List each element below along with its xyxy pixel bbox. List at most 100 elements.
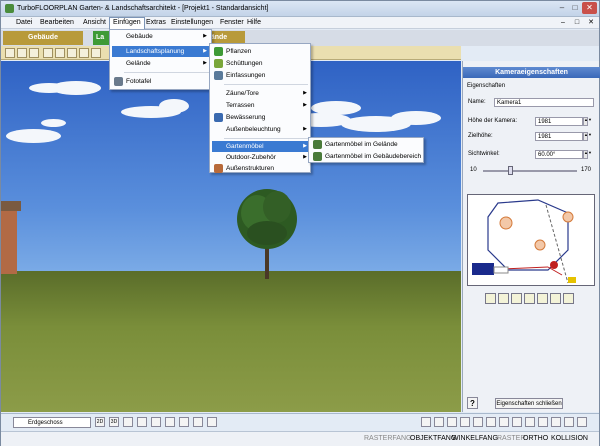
pan-icon[interactable] — [563, 293, 574, 304]
camera-icon[interactable] — [577, 417, 587, 427]
menu-bearbeiten[interactable]: Bearbeiten — [37, 18, 77, 28]
status-kollision[interactable]: KOLLISION — [551, 435, 588, 442]
print-icon[interactable] — [207, 417, 217, 427]
status-raster[interactable]: RASTER — [497, 435, 525, 442]
view-2d-button[interactable]: 2D — [95, 417, 105, 427]
menu-item-gebaeude[interactable]: Gebäude ▶ — [112, 31, 210, 42]
name-field[interactable]: Kamera1 — [494, 98, 594, 107]
view-angle-spinner[interactable]: ▲▼ — [583, 150, 592, 159]
zoom-all-icon[interactable] — [550, 293, 561, 304]
menu-item-pflanzen[interactable]: Pflanzen — [212, 46, 310, 57]
menu-item-outdoor-zubehoer[interactable]: Outdoor-Zubehör ▶ — [212, 152, 310, 163]
dimension-tool-icon[interactable] — [29, 48, 39, 58]
house-icon[interactable] — [193, 417, 203, 427]
doc-menu-icon[interactable] — [3, 18, 11, 28]
status-objektfang[interactable]: OBJEKTFANG — [410, 435, 456, 442]
pan-icon[interactable] — [499, 417, 509, 427]
camera-height-spinner[interactable]: ▲▼ — [583, 117, 592, 126]
camera-tool-icon[interactable] — [79, 48, 89, 58]
layers-icon[interactable] — [137, 417, 147, 427]
menu-item-einfassungen[interactable]: Einfassungen — [212, 70, 310, 81]
floor-select[interactable]: Erdgeschoss — [13, 417, 91, 428]
garden-furniture-icon — [313, 152, 322, 161]
submenu-arrow-icon: ▶ — [203, 60, 207, 66]
zoom-out-icon[interactable] — [498, 293, 509, 304]
view-angle-slider[interactable] — [483, 170, 577, 172]
title-bar: TurboFLOORPLAN Garten- & Landschaftsarch… — [1, 1, 599, 17]
zoom-out-icon[interactable] — [434, 417, 444, 427]
orbit-icon[interactable] — [564, 417, 574, 427]
slider-thumb[interactable] — [508, 166, 513, 175]
menu-item-gartenmoebel[interactable]: Gartenmöbel ▶ — [212, 141, 310, 152]
object-tool-icon[interactable] — [17, 48, 27, 58]
menu-item-gartenmoebel-gelaende[interactable]: Gartenmöbel im Gelände — [311, 139, 423, 150]
select-arrow-icon[interactable] — [5, 48, 15, 58]
target-height-spinner[interactable]: ▲▼ — [583, 132, 592, 141]
bottom-toolbar: Erdgeschoss 2D 3D — [1, 413, 599, 431]
walkthrough-icon[interactable] — [151, 417, 161, 427]
landschaftsplanung-submenu: Pflanzen Schüttungen Einfassungen Zäune/… — [209, 43, 311, 173]
menu-item-label: Outdoor-Zubehör — [226, 154, 276, 161]
menu-item-terrassen[interactable]: Terrassen ▶ — [212, 100, 310, 111]
menu-item-aussenstrukturen[interactable]: Außenstrukturen — [212, 163, 310, 174]
menu-datei[interactable]: Datei — [13, 18, 35, 28]
menu-einfuegen[interactable]: Einfügen — [109, 17, 145, 29]
zoom-fit-icon[interactable] — [460, 417, 470, 427]
menu-fenster[interactable]: Fenster — [217, 18, 247, 28]
zoom-previous-icon[interactable] — [537, 293, 548, 304]
zoom-fit-icon[interactable] — [524, 293, 535, 304]
submenu-arrow-icon: ▶ — [203, 48, 207, 54]
house-roof — [1, 201, 21, 211]
render-icon[interactable] — [123, 417, 133, 427]
tree — [237, 189, 297, 279]
menu-item-schuettungen[interactable]: Schüttungen — [212, 58, 310, 69]
menu-extras[interactable]: Extras — [143, 18, 169, 28]
target-height-field[interactable]: 1981 — [535, 132, 583, 141]
zoom-in-icon[interactable] — [421, 417, 431, 427]
view-angle-field[interactable]: 60.00° — [535, 150, 583, 159]
walk-icon[interactable] — [551, 417, 561, 427]
mdi-close-icon[interactable]: ✕ — [585, 18, 597, 28]
measure-tool-icon[interactable] — [91, 48, 101, 58]
rotate-icon[interactable] — [512, 417, 522, 427]
help-button[interactable]: ? — [467, 397, 478, 409]
edit-tool-icon[interactable] — [67, 48, 77, 58]
menu-item-zaeune[interactable]: Zäune/Tore ▶ — [212, 88, 310, 99]
maximize-icon[interactable]: □ — [569, 2, 581, 14]
close-icon[interactable]: ✕ — [582, 2, 597, 14]
menu-item-label: Pflanzen — [226, 48, 252, 55]
menu-hilfe[interactable]: Hilfe — [244, 18, 264, 28]
close-properties-button[interactable]: Eigenschaften schließen — [495, 398, 563, 409]
menu-einstellungen[interactable]: Einstellungen — [168, 18, 216, 28]
menu-item-fototafel[interactable]: Fototafel — [112, 76, 210, 87]
tab-gebaeude[interactable]: Gebäude — [3, 31, 83, 45]
grid-tool-icon[interactable] — [55, 48, 65, 58]
menu-item-gelaende[interactable]: Gelände ▶ — [112, 58, 210, 69]
tilt-icon[interactable] — [525, 417, 535, 427]
move-icon[interactable] — [538, 417, 548, 427]
zoom-all-icon[interactable] — [486, 417, 496, 427]
menu-item-label: Bewässerung — [226, 114, 266, 121]
eye-icon[interactable] — [165, 417, 175, 427]
zoom-previous-icon[interactable] — [473, 417, 483, 427]
mdi-minimize-icon[interactable]: – — [557, 18, 569, 28]
zoom-in-icon[interactable] — [485, 293, 496, 304]
menu-item-bewaesserung[interactable]: Bewässerung — [212, 112, 310, 123]
status-ortho[interactable]: ORTHO — [523, 435, 548, 442]
camera-height-field[interactable]: 1981 — [535, 117, 583, 126]
status-rasterfang[interactable]: RASTERFANG — [364, 435, 411, 442]
plan-minimap[interactable] — [467, 194, 595, 286]
text-tool-icon[interactable] — [43, 48, 53, 58]
status-winkelfang[interactable]: WINKELFANG — [452, 435, 498, 442]
menu-item-aussenbeleuchtung[interactable]: Außenbeleuchtung ▶ — [212, 124, 310, 135]
zoom-window-icon[interactable] — [511, 293, 522, 304]
menu-item-gartenmoebel-gebaeude[interactable]: Gartenmöbel im Gebäudebereich — [311, 151, 423, 162]
camera-properties-panel: Kameraeigenschaften Eigenschaften Name: … — [462, 61, 600, 412]
globe-icon[interactable] — [179, 417, 189, 427]
zoom-window-icon[interactable] — [447, 417, 457, 427]
menu-ansicht[interactable]: Ansicht — [80, 18, 109, 28]
view-3d-button[interactable]: 3D — [109, 417, 119, 427]
mdi-restore-icon[interactable]: □ — [571, 18, 583, 28]
minimize-icon[interactable]: – — [556, 2, 568, 14]
menu-item-landschaftsplanung[interactable]: Landschaftsplanung ▶ — [112, 46, 210, 57]
